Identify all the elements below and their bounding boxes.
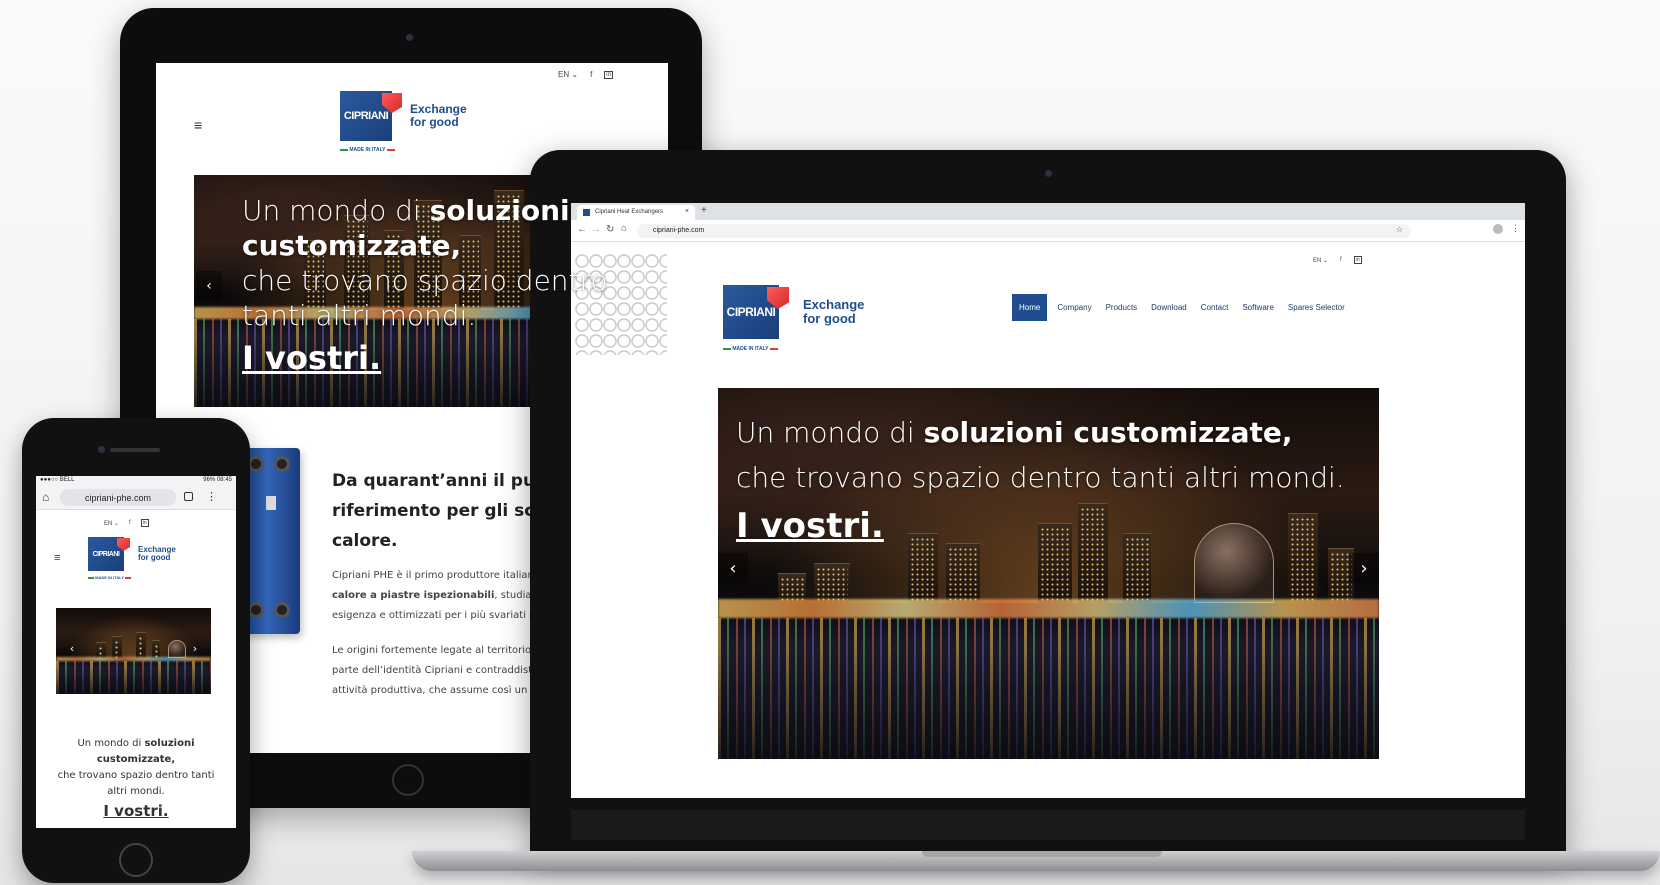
prev-arrow-icon[interactable]: ‹ bbox=[196, 271, 222, 301]
phone-logo[interactable]: CIPRIANI Exchange for good bbox=[88, 537, 176, 571]
close-tab-icon[interactable]: × bbox=[685, 208, 689, 215]
linkedin-icon[interactable]: in bbox=[1353, 256, 1362, 264]
nav-company[interactable]: Company bbox=[1053, 294, 1095, 321]
nav-home[interactable]: Home bbox=[1012, 294, 1048, 321]
phone-screen: ●●●○○ BELL 96% 08:45 ⌂ cipriani-phe.com … bbox=[36, 476, 236, 828]
logo-mark: CIPRIANI bbox=[723, 285, 789, 339]
linkedin-icon[interactable]: in bbox=[604, 70, 613, 79]
nav-contact[interactable]: Contact bbox=[1197, 294, 1233, 321]
tablet-camera bbox=[406, 34, 413, 41]
made-in-italy: MADE IN ITALY bbox=[723, 346, 778, 352]
phone-toolbar: ⌂ cipriani-phe.com ⋮ bbox=[36, 486, 236, 510]
home-icon[interactable]: ⌂ bbox=[42, 490, 49, 504]
laptop-hero-slider: Un mondo di soluzioni customizzate, che … bbox=[718, 388, 1379, 759]
tablet-hero-headline: Un mondo di soluzioni customizzate, che … bbox=[242, 194, 608, 332]
linkedin-icon[interactable]: in bbox=[140, 519, 149, 527]
prev-arrow-icon[interactable]: ‹ bbox=[718, 553, 748, 583]
made-in-italy: MADE IN ITALY bbox=[88, 575, 132, 580]
phone-hero-cta[interactable]: I vostri. bbox=[36, 802, 236, 820]
laptop-hero-headline: Un mondo di soluzioni customizzate, che … bbox=[736, 416, 1345, 494]
laptop-logo[interactable]: CIPRIANI Exchange for good bbox=[723, 285, 864, 339]
main-nav: Home Company Products Download Contact S… bbox=[1012, 294, 1349, 321]
laptop-screen: Cipriani Heat Exchangers × + ← → ↻ ⌂ cip… bbox=[571, 203, 1525, 798]
bookmark-star-icon[interactable]: ☆ bbox=[1396, 225, 1403, 234]
phone-menu-icon[interactable]: ⋮ bbox=[206, 490, 217, 503]
hamburger-menu-icon[interactable]: ≡ bbox=[194, 117, 202, 133]
nav-products[interactable]: Products bbox=[1102, 294, 1142, 321]
laptop-lang-select[interactable]: EN ⌄ bbox=[1313, 257, 1328, 264]
tablet-lang-select[interactable]: EN ⌄ bbox=[558, 70, 578, 79]
phone-device: ●●●○○ BELL 96% 08:45 ⌂ cipriani-phe.com … bbox=[22, 418, 250, 883]
home-icon[interactable]: ⌂ bbox=[621, 223, 627, 234]
nav-download[interactable]: Download bbox=[1147, 294, 1191, 321]
tablet-top-links: EN ⌄ f in bbox=[558, 70, 613, 79]
phone-address-bar[interactable]: cipriani-phe.com bbox=[60, 489, 176, 506]
tabs-icon[interactable] bbox=[184, 492, 193, 501]
logo-mark: CIPRIANI bbox=[88, 537, 130, 571]
address-bar[interactable]: cipriani-phe.com ☆ bbox=[637, 224, 1411, 238]
nav-software[interactable]: Software bbox=[1238, 294, 1278, 321]
made-in-italy: MADE IN ITALY bbox=[340, 147, 395, 153]
next-arrow-icon[interactable]: › bbox=[1349, 553, 1379, 583]
tablet-home-button bbox=[392, 764, 424, 796]
laptop-device: Cipriani Heat Exchangers × + ← → ↻ ⌂ cip… bbox=[530, 150, 1566, 857]
tablet-logo[interactable]: CIPRIANI Exchange for good bbox=[340, 91, 467, 141]
nav-spares-selector[interactable]: Spares Selector bbox=[1284, 294, 1349, 321]
laptop-hero-cta[interactable]: I vostri. bbox=[736, 506, 884, 546]
next-arrow-icon[interactable]: › bbox=[189, 640, 201, 656]
laptop-camera bbox=[1045, 170, 1052, 177]
phone-speaker bbox=[110, 448, 160, 452]
phone-hero-image: ‹ › bbox=[56, 608, 211, 694]
laptop-bezel-bottom bbox=[571, 810, 1525, 840]
laptop-base bbox=[412, 851, 1660, 871]
logo-mark: CIPRIANI bbox=[340, 91, 402, 141]
new-tab-button[interactable]: + bbox=[701, 205, 707, 216]
prev-arrow-icon[interactable]: ‹ bbox=[66, 640, 78, 656]
tablet-hero-cta[interactable]: I vostri. bbox=[242, 339, 381, 377]
facebook-icon[interactable]: f bbox=[590, 70, 592, 79]
hamburger-menu-icon[interactable]: ≡ bbox=[54, 552, 60, 564]
browser-tab-bar: Cipriani Heat Exchangers × + bbox=[571, 203, 1525, 220]
browser-toolbar: ← → ↻ ⌂ cipriani-phe.com ☆ ⋮ bbox=[571, 220, 1525, 242]
phone-camera bbox=[98, 446, 105, 453]
phone-hero-headline: Un mondo di soluzioni customizzate, che … bbox=[57, 738, 215, 797]
logo-tagline: Exchange for good bbox=[138, 544, 176, 562]
phone-status-bar: ●●●○○ BELL 96% 08:45 bbox=[36, 476, 236, 486]
profile-icon[interactable] bbox=[1493, 224, 1503, 234]
phone-home-button bbox=[119, 843, 153, 877]
facebook-icon[interactable]: f bbox=[129, 520, 131, 526]
browser-menu-icon[interactable]: ⋮ bbox=[1511, 223, 1520, 234]
logo-tagline: Exchange for good bbox=[803, 297, 865, 326]
logo-tagline: Exchange for good bbox=[410, 102, 467, 129]
facebook-icon[interactable]: f bbox=[1340, 257, 1342, 263]
laptop-top-links: EN ⌄ f in bbox=[1313, 256, 1362, 264]
phone-lang-select[interactable]: EN ⌄ bbox=[104, 520, 119, 527]
phone-top-links: EN ⌄ f in bbox=[104, 519, 149, 527]
